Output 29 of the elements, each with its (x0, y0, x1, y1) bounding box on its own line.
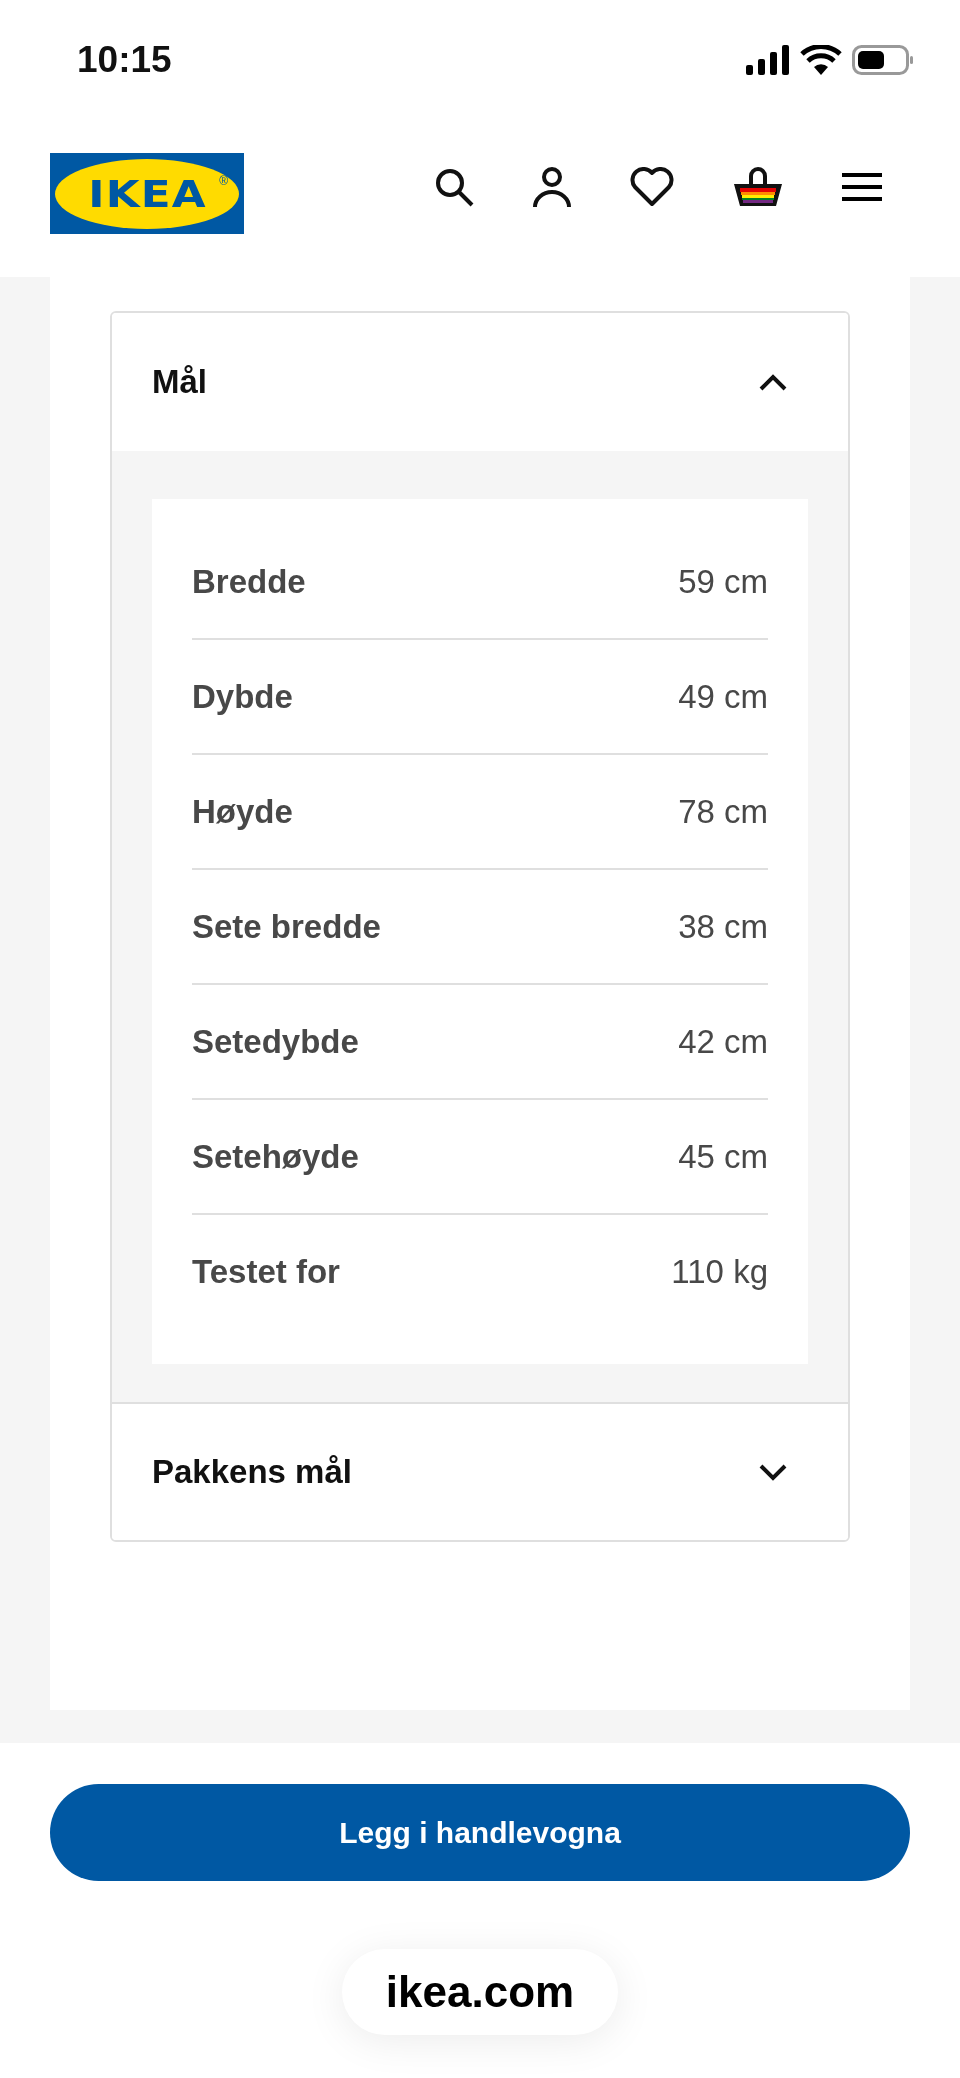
accordion-header[interactable]: Pakkens mål (112, 1402, 848, 1540)
dimension-label: Bredde (192, 562, 306, 601)
dimension-value: 38 cm (678, 907, 768, 946)
dimension-label: Setedybde (192, 1022, 359, 1061)
heart-icon[interactable] (630, 166, 674, 207)
chevron-up-icon (758, 373, 788, 391)
signal-icon (746, 45, 790, 75)
basket-icon[interactable] (732, 165, 784, 208)
dimension-label: Setehøyde (192, 1137, 359, 1176)
dimension-value: 49 cm (678, 677, 768, 716)
chevron-down-icon (758, 1463, 788, 1481)
status-time: 10:15 (77, 39, 172, 81)
dimension-value: 45 cm (678, 1137, 768, 1176)
dimension-label: Dybde (192, 677, 293, 716)
dimension-value: 42 cm (678, 1022, 768, 1061)
dimension-label: Høyde (192, 792, 293, 831)
dimension-value: 59 cm (678, 562, 768, 601)
battery-icon (852, 45, 914, 75)
dimension-label: Sete bredde (192, 907, 381, 946)
add-to-cart-button[interactable]: Legg i handlevogna (50, 1784, 910, 1881)
dimension-label: Testet for (192, 1252, 340, 1291)
dimension-value: 110 kg (671, 1252, 768, 1291)
search-icon[interactable] (434, 166, 474, 207)
menu-icon[interactable] (842, 170, 882, 203)
dimension-value: 78 cm (678, 792, 768, 831)
person-icon[interactable] (532, 165, 572, 208)
ikea-logo[interactable]: IKEA ® (50, 153, 244, 234)
url-bar[interactable]: ikea.com (341, 1949, 619, 2035)
wifi-icon (800, 45, 842, 75)
